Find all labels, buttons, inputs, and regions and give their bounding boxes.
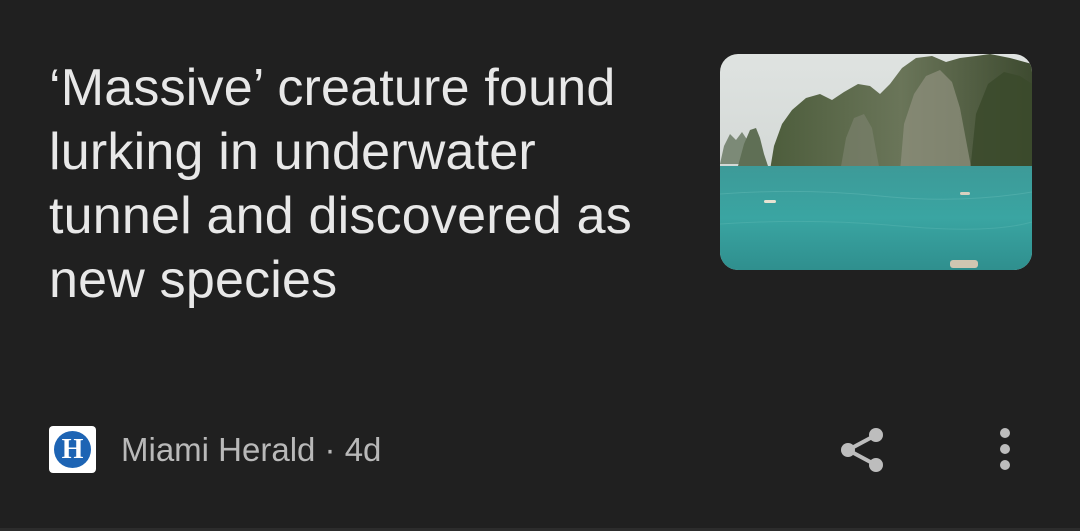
share-icon [841,428,883,472]
thumbnail-image [720,54,1032,270]
more-vert-icon [1000,428,1010,470]
article-age: 4d [344,431,382,468]
article-headline[interactable]: ‘Massive’ creature found lurking in unde… [49,56,689,312]
source-logo[interactable]: H [49,426,96,473]
more-options-button[interactable] [980,420,1030,480]
article-thumbnail[interactable] [720,54,1032,270]
article-meta: Miami Herald · 4d [121,430,381,470]
source-logo-letter: H [54,431,91,468]
news-card[interactable]: ‘Massive’ creature found lurking in unde… [0,0,1080,531]
meta-separator: · [315,431,345,468]
source-name[interactable]: Miami Herald [121,431,315,468]
share-button[interactable] [832,420,892,480]
